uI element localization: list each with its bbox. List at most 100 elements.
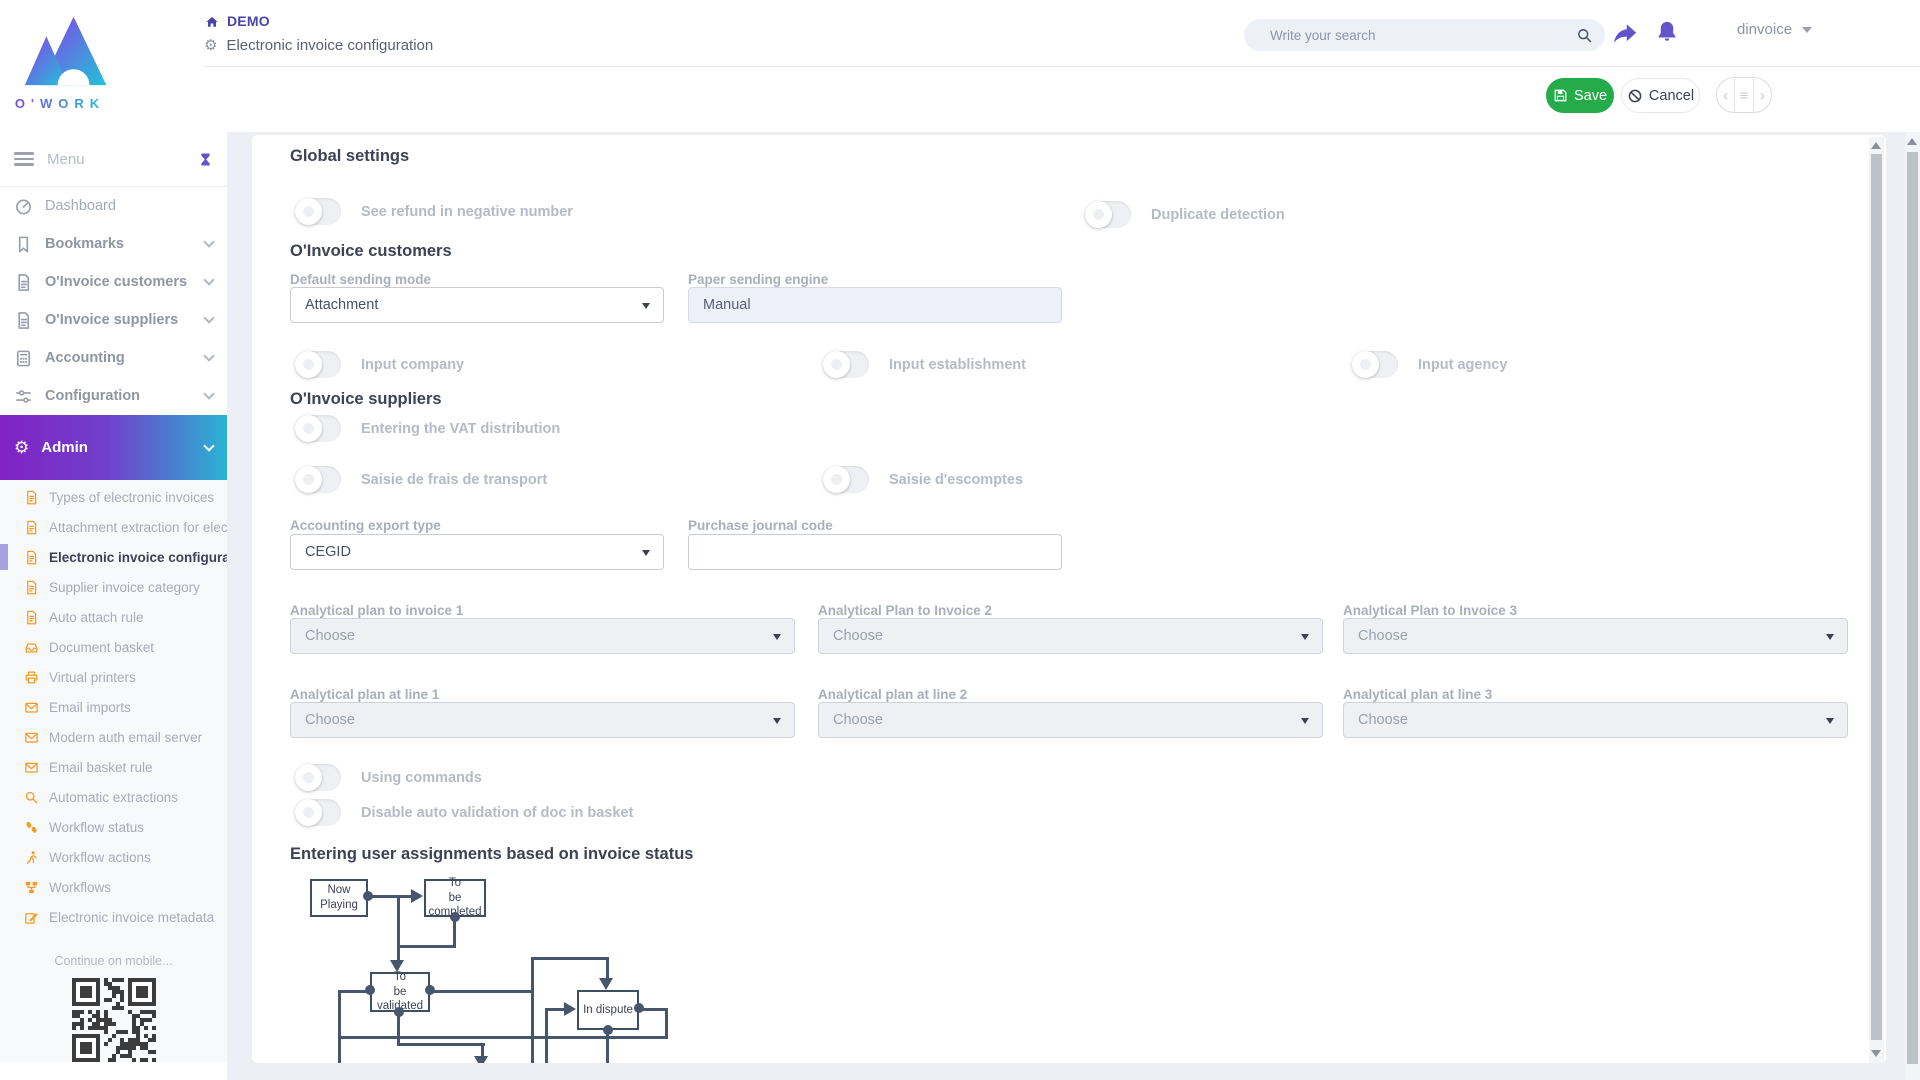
chevron-down-icon xyxy=(1802,27,1812,33)
using-commands-toggle[interactable] xyxy=(295,764,341,791)
workflow-connector xyxy=(397,1043,485,1046)
share-icon[interactable] xyxy=(1612,22,1638,45)
admin-item-types-of-electronic-invoices[interactable]: Types of electronic invoices xyxy=(0,482,227,512)
sidebar-item-dashboard[interactable]: Dashboard xyxy=(0,187,227,225)
user-name: dinvoice xyxy=(1737,21,1792,38)
toggle-row-see-refund: See refund in negative number xyxy=(295,198,573,225)
printer-icon xyxy=(24,670,39,685)
workflow-node-in-dispute: In dispute xyxy=(577,990,639,1030)
user-menu[interactable]: dinvoice xyxy=(1737,21,1812,38)
workflow-connector xyxy=(531,957,608,960)
runner-icon xyxy=(24,850,39,865)
duplicate-detection-toggle[interactable] xyxy=(1085,201,1131,228)
breadcrumb[interactable]: DEMO xyxy=(204,13,270,29)
search-icon[interactable] xyxy=(1576,27,1593,44)
inner-scrollbar-thumb[interactable] xyxy=(1871,154,1882,1040)
file-icon xyxy=(14,311,33,330)
sidebar-item-admin[interactable]: ⚙ Admin xyxy=(0,415,227,480)
admin-item-document-basket[interactable]: Document basket xyxy=(0,632,227,662)
admin-item-automatic-extractions[interactable]: Automatic extractions xyxy=(0,782,227,812)
admin-item-attachment-extraction-for-electron[interactable]: Attachment extraction for electron xyxy=(0,512,227,542)
admin-item-modern-auth-email-server[interactable]: Modern auth email server xyxy=(0,722,227,752)
input-establishment-toggle[interactable] xyxy=(823,351,869,378)
analytical-select-6[interactable]: Choose xyxy=(1343,702,1848,738)
analytical-label-2: Analytical Plan to Invoice 2 xyxy=(818,603,992,618)
admin-label: Admin xyxy=(41,439,205,456)
admin-item-label: Electronic invoice metadata xyxy=(49,910,214,925)
sidebar-item-o-invoice-customers[interactable]: O'Invoice customers xyxy=(0,263,227,301)
analytical-select-3[interactable]: Choose xyxy=(1343,618,1848,654)
see-refund-toggle[interactable] xyxy=(295,198,341,225)
hourglass-icon[interactable] xyxy=(198,151,213,168)
admin-item-electronic-invoice-configuration[interactable]: Electronic invoice configuration xyxy=(0,542,227,572)
workflow-arrowhead xyxy=(390,960,404,972)
analytical-select-1[interactable]: Choose xyxy=(290,618,795,654)
sidebar-nav: Dashboard Bookmarks O'Invoice customers … xyxy=(0,187,227,415)
analytical-select-2[interactable]: Choose xyxy=(818,618,1323,654)
pager-list-button[interactable]: ≡ xyxy=(1734,78,1753,112)
toggle-row-vat: Entering the VAT distribution xyxy=(295,415,560,442)
workflow-connector xyxy=(338,990,341,1063)
settings-card: Global settings See refund in negative n… xyxy=(252,135,1886,1063)
admin-item-label: Modern auth email server xyxy=(49,730,202,745)
admin-submenu: Types of electronic invoices Attachment … xyxy=(0,480,227,1062)
bell-icon[interactable] xyxy=(1655,19,1679,45)
sidebar-item-bookmarks[interactable]: Bookmarks xyxy=(0,225,227,263)
admin-item-workflow-status[interactable]: Workflow status xyxy=(0,812,227,842)
cancel-button[interactable]: Cancel xyxy=(1621,78,1700,113)
analytical-select-5[interactable]: Choose xyxy=(818,702,1323,738)
accounting-export-type-label: Accounting export type xyxy=(290,518,441,533)
search-bar[interactable] xyxy=(1244,19,1605,51)
accounting-export-type-value: CEGID xyxy=(305,544,351,560)
inner-scroll-up-icon[interactable] xyxy=(1871,142,1881,149)
workflow-connector-dot xyxy=(425,985,435,995)
doc-icon xyxy=(24,490,39,505)
admin-item-workflow-actions[interactable]: Workflow actions xyxy=(0,842,227,872)
sidebar-menu-toggle[interactable]: Menu xyxy=(0,132,227,187)
search-input[interactable] xyxy=(1270,28,1576,43)
hamburger-icon xyxy=(14,152,34,166)
outer-scroll-up-icon[interactable] xyxy=(1907,138,1917,145)
input-agency-toggle[interactable] xyxy=(1352,351,1398,378)
input-company-label: Input company xyxy=(361,357,464,373)
sidebar-item-configuration[interactable]: Configuration xyxy=(0,377,227,415)
workflow-connector-dot xyxy=(634,1003,644,1013)
escomptes-toggle[interactable] xyxy=(823,466,869,493)
analytical-select-4[interactable]: Choose xyxy=(290,702,795,738)
outer-scrollbar-thumb[interactable] xyxy=(1907,152,1918,1064)
admin-item-supplier-invoice-category[interactable]: Supplier invoice category xyxy=(0,572,227,602)
mobile-hint: Continue on mobile... xyxy=(0,954,227,968)
sidebar-item-accounting[interactable]: Accounting xyxy=(0,339,227,377)
file-icon xyxy=(14,273,33,292)
input-company-toggle[interactable] xyxy=(295,351,341,378)
pager-prev-button[interactable]: ‹ xyxy=(1717,78,1734,112)
toggle-row-input-company: Input company xyxy=(295,351,464,378)
see-refund-label: See refund in negative number xyxy=(361,204,573,220)
admin-item-electronic-invoice-metadata[interactable]: Electronic invoice metadata xyxy=(0,902,227,932)
admin-item-email-imports[interactable]: Email imports xyxy=(0,692,227,722)
pager-next-button[interactable]: › xyxy=(1754,78,1771,112)
sidebar-item-o-invoice-suppliers[interactable]: O'Invoice suppliers xyxy=(0,301,227,339)
save-button[interactable]: Save xyxy=(1546,78,1614,113)
qr-code xyxy=(72,978,156,1062)
record-pager: ‹ ≡ › xyxy=(1716,77,1772,113)
purchase-journal-code-input[interactable] xyxy=(688,534,1062,570)
doc-icon xyxy=(24,550,39,565)
workflow-connector-dot xyxy=(394,1007,404,1017)
inner-scroll-down-icon[interactable] xyxy=(1871,1050,1881,1057)
admin-item-auto-attach-rule[interactable]: Auto attach rule xyxy=(0,602,227,632)
admin-item-label: Email imports xyxy=(49,700,131,715)
workflow-connector xyxy=(547,1008,565,1011)
admin-item-workflows[interactable]: Workflows xyxy=(0,872,227,902)
admin-item-email-basket-rule[interactable]: Email basket rule xyxy=(0,752,227,782)
paper-sending-engine-input[interactable] xyxy=(688,287,1062,323)
chevron-down-icon xyxy=(642,550,650,556)
frais-transport-toggle[interactable] xyxy=(295,466,341,493)
header-divider xyxy=(204,66,1920,67)
admin-item-virtual-printers[interactable]: Virtual printers xyxy=(0,662,227,692)
doc-icon xyxy=(24,610,39,625)
accounting-export-type-select[interactable]: CEGID xyxy=(290,534,664,570)
vat-distribution-toggle[interactable] xyxy=(295,415,341,442)
default-sending-mode-select[interactable]: Attachment xyxy=(290,287,664,323)
disable-auto-validation-toggle[interactable] xyxy=(295,799,341,826)
